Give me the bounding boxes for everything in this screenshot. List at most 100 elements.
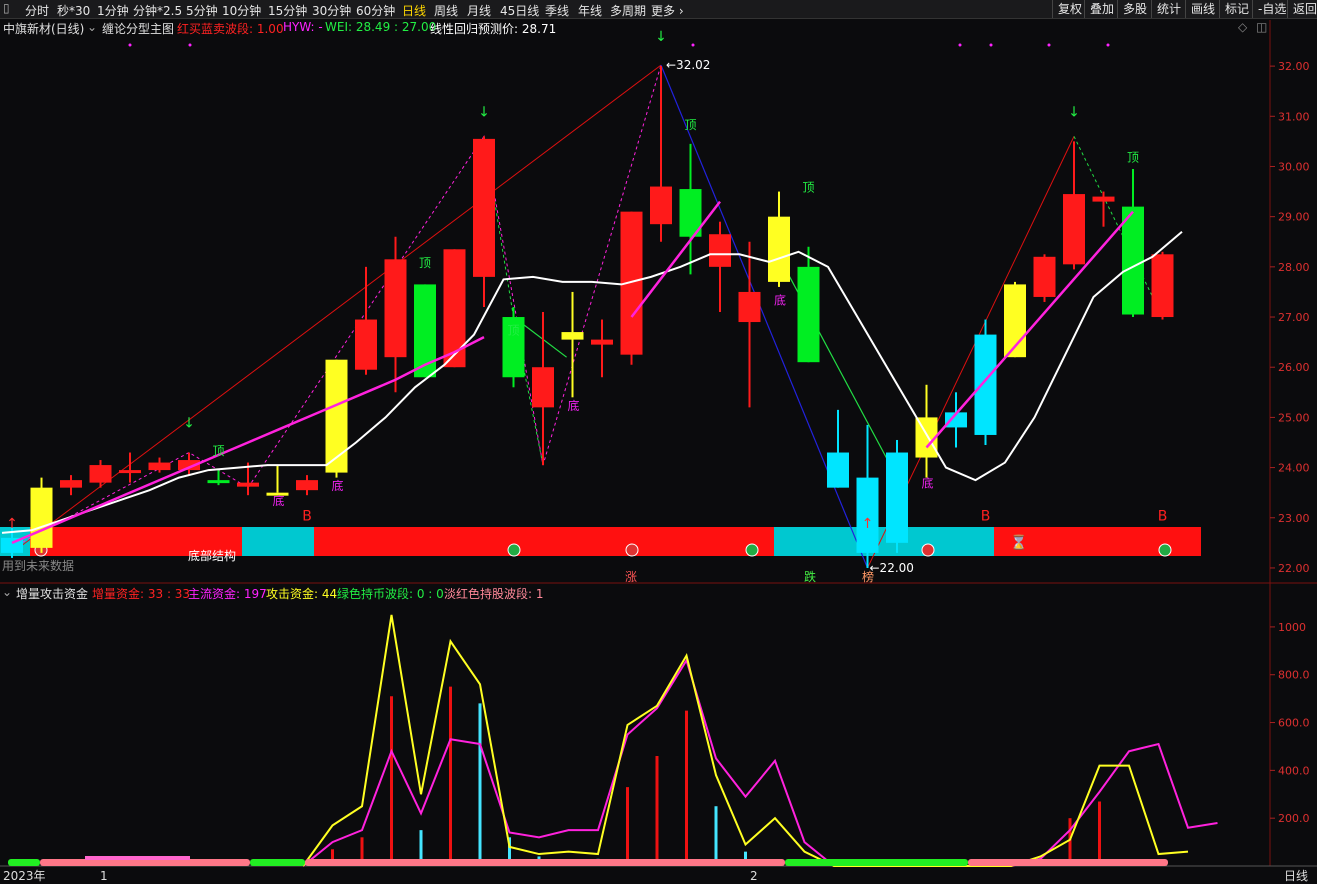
period-tab-6[interactable]: 15分钟 [268,2,307,19]
wei-value: WEI: 28.49 : 27.00 [325,20,437,34]
signal-dot-1 [188,43,192,47]
candle-body [237,482,259,487]
candle-body [119,470,141,474]
toolbar-button-5[interactable]: 标记 [1219,0,1254,18]
bottom-label-4: 底 [921,476,933,491]
candle-23 [679,143,702,275]
toolbar-button-6[interactable]: -自选 [1252,0,1291,18]
sub-y-tick-label: 1000 [1278,621,1306,634]
candle-21 [620,211,643,365]
candle-15 [443,249,466,368]
x-axis-year: 2023年 [3,869,46,883]
period-tab-15[interactable]: 多周期 [610,2,646,19]
down-arrow-3: ↓ [1068,104,1080,120]
future-data-label: 用到未来数据 [2,558,74,573]
top-label-0: 顶 [212,444,224,458]
stock-title: 中旗新材(日线) [3,22,85,36]
period-tab-2[interactable]: 1分钟 [97,2,129,19]
band-badge-4 [921,543,935,557]
magenta-trend-1 [11,335,485,545]
toolbar-button-1[interactable]: 叠加 [1084,0,1119,18]
green-hold-value: 绿色持币波段: 0 : 0 [337,587,444,601]
candle-7 [207,470,230,486]
main-y-tick-label: 26.00 [1278,361,1310,374]
candle-body [384,259,407,358]
top-label-5: 顶 [1127,150,1139,164]
sub-y-tick-label: 400.0 [1278,764,1310,777]
main-y-tick-label: 25.00 [1278,411,1310,424]
main-y-tick-label: 30.00 [1278,160,1310,173]
main-y-tick-label: 27.00 [1278,311,1310,324]
band-badge-5 [1158,543,1172,557]
main-y-tick-label: 23.00 [1278,512,1310,525]
period-tab-16[interactable]: 更多 › [651,2,684,19]
x-axis-month-1: 1 [100,869,108,883]
candle-body [266,492,289,496]
layout-icon[interactable]: ▯ [3,1,10,15]
period-tab-5[interactable]: 10分钟 [222,2,261,19]
main-y-tick-label: 31.00 [1278,110,1310,123]
candle-34 [1004,281,1026,358]
candle-35 [1033,254,1056,302]
period-tab-1[interactable]: 秒*30 [57,2,90,19]
indicator-name[interactable]: 缠论分型主图 [102,20,174,37]
main-fund-value: 主流资金: 197 [188,587,267,601]
candle-20 [591,319,613,378]
signal-band-1 [30,527,242,556]
candle-body [738,291,761,323]
window-icon[interactable]: ◫ [1256,20,1267,34]
candle-body [856,477,879,553]
candle-body [89,465,112,483]
indicator-dropdown-icon[interactable]: ⌄ [87,20,97,34]
period-tab-7[interactable]: 30分钟 [312,2,351,19]
signal-dot-6 [1106,43,1110,47]
top-label-3: 顶 [684,118,696,132]
up-arrow-0: ↑ [6,516,18,532]
period-tab-13[interactable]: 季线 [545,2,569,19]
diamond-icon[interactable]: ◇ [1238,20,1247,34]
toolbar-button-7[interactable]: 返回 [1287,0,1317,18]
bottom-label-3: 底 [774,292,786,307]
bang-label: 榜 [862,569,874,584]
candle-33 [974,319,997,445]
toolbar-button-4[interactable]: 画线 [1185,0,1220,18]
band-badge-3 [745,543,759,557]
up-arrow-1: ↑ [862,516,874,532]
candle-body [797,266,820,363]
candle-4 [119,452,141,483]
candle-39 [1151,251,1174,320]
candle-11 [325,359,348,478]
candle-10 [296,475,318,496]
period-tab-8[interactable]: 60分钟 [356,2,395,19]
bottom-label-1: 底 [331,478,343,493]
main-y-tick-label: 29.00 [1278,211,1310,224]
x-axis-month-2: 2 [750,869,758,883]
period-tab-14[interactable]: 年线 [578,2,602,19]
period-tab-0[interactable]: 分时 [25,2,49,19]
toolbar-button-0[interactable]: 复权 [1052,0,1087,18]
signal-dot-2 [691,43,695,47]
hold-strip-4 [785,859,968,866]
period-tab-3[interactable]: 分钟*2.5 [133,2,182,19]
sub-dropdown-icon[interactable]: ⌄ [2,585,12,599]
period-tab-10[interactable]: 周线 [434,2,458,19]
signal-dot-0 [128,43,132,47]
candle-body [1033,256,1056,297]
sub-indicator-name[interactable]: 增量攻击资金 [16,585,88,602]
toolbar-button-2[interactable]: 多股 [1117,0,1152,18]
die-label: 跌 [804,569,816,584]
red-hold-value: 淡红色持股波段: 1 [444,587,544,601]
hyw-value: HYW: - [283,20,323,34]
candle-body [60,480,82,488]
ma-white-line [1,230,1183,534]
period-tab-11[interactable]: 月线 [467,2,491,19]
chart-canvas[interactable]: 底部结构用到未来数据⌛ 顶顶顶顶顶顶底底底底底B B B↓↓↓↓↑ ↑←32.02←2… [0,0,1317,884]
period-tab-4[interactable]: 5分钟 [186,2,218,19]
period-tab-9[interactable]: 日线 [402,2,426,19]
zhang-label: 涨 [625,569,637,584]
trend-line-up-1 [11,64,662,554]
sub-series-0 [302,657,1218,867]
period-tab-12[interactable]: 45日线 [500,2,539,19]
toolbar-button-3[interactable]: 统计 [1151,0,1186,18]
buy-label-2: B [1158,508,1168,524]
